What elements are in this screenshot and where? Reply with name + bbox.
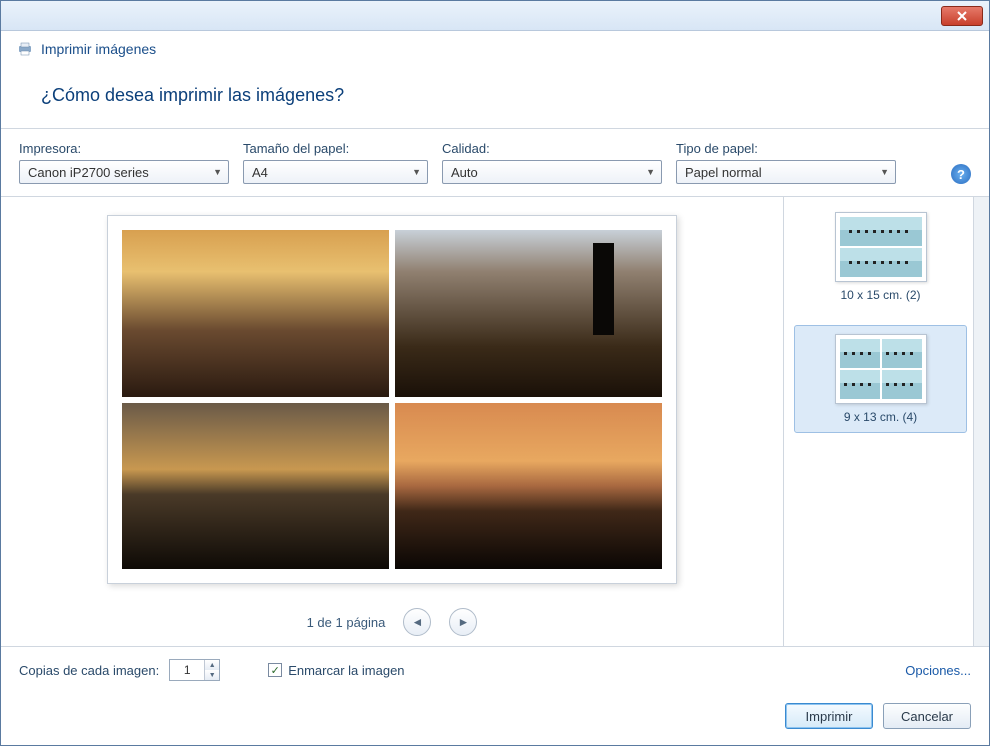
button-row: Imprimir Cancelar [1,693,989,745]
preview-image-2 [395,230,662,397]
pager-text: 1 de 1 página [307,615,386,630]
next-page-button[interactable]: ► [449,608,477,636]
printer-label: Impresora: [19,141,229,156]
copies-down-button[interactable]: ▼ [205,670,219,680]
paper-type-value: Papel normal [685,165,762,180]
layout-option-1[interactable]: 9 x 13 cm. (4) [794,325,967,433]
quality-combobox[interactable]: Auto [442,160,662,184]
window-header: Imprimir imágenes [1,31,989,77]
print-pictures-dialog: Imprimir imágenes ¿Cómo desea imprimir l… [0,0,990,746]
checkbox-box: ✓ [268,663,282,677]
preview-image-4 [395,403,662,570]
preview-image-3 [122,403,389,570]
page-heading: ¿Cómo desea imprimir las imágenes? [1,77,989,128]
layout-sidebar-wrapper: 10 x 15 cm. (2) 9 x 13 cm. (4) [783,197,989,646]
copies-input[interactable] [170,660,204,680]
pager: 1 de 1 página ◄ ► [307,608,478,636]
layout-thumb-icon [835,334,927,404]
print-button[interactable]: Imprimir [785,703,873,729]
printer-combobox[interactable]: Canon iP2700 series [19,160,229,184]
layout-thumb-icon [835,212,927,282]
close-button[interactable] [941,6,983,26]
preview-pane: 1 de 1 página ◄ ► [1,197,783,646]
close-icon [957,11,967,21]
titlebar [1,1,989,31]
cancel-button[interactable]: Cancelar [883,703,971,729]
printer-icon [17,41,33,57]
options-link[interactable]: Opciones... [905,663,971,678]
prev-page-button[interactable]: ◄ [403,608,431,636]
layout-caption: 10 x 15 cm. (2) [840,288,920,302]
paper-type-label: Tipo de papel: [676,141,896,156]
fit-frame-label: Enmarcar la imagen [288,663,404,678]
help-icon[interactable]: ? [951,164,971,184]
paper-type-combobox[interactable]: Papel normal [676,160,896,184]
copies-up-button[interactable]: ▲ [205,660,219,670]
quality-value: Auto [451,165,478,180]
window-title: Imprimir imágenes [41,41,156,57]
paper-size-value: A4 [252,165,268,180]
fit-frame-checkbox[interactable]: ✓ Enmarcar la imagen [268,663,404,678]
main-area: 1 de 1 página ◄ ► 10 x 15 cm. (2) 9 x 13 … [1,197,989,646]
copies-label: Copias de cada imagen: [19,663,159,678]
copies-spinner[interactable]: ▲ ▼ [169,659,220,681]
layout-option-0[interactable]: 10 x 15 cm. (2) [794,203,967,311]
sidebar-scrollbar[interactable] [973,197,989,646]
preview-image-1 [122,230,389,397]
paper-size-label: Tamaño del papel: [243,141,428,156]
layout-caption: 9 x 13 cm. (4) [844,410,917,424]
paper-size-combobox[interactable]: A4 [243,160,428,184]
page-preview [107,215,677,584]
print-options-row: Impresora: Canon iP2700 series Tamaño de… [1,129,989,197]
layout-sidebar: 10 x 15 cm. (2) 9 x 13 cm. (4) [783,197,973,646]
printer-value: Canon iP2700 series [28,165,149,180]
bottom-row: Copias de cada imagen: ▲ ▼ ✓ Enmarcar la… [1,646,989,693]
quality-label: Calidad: [442,141,662,156]
